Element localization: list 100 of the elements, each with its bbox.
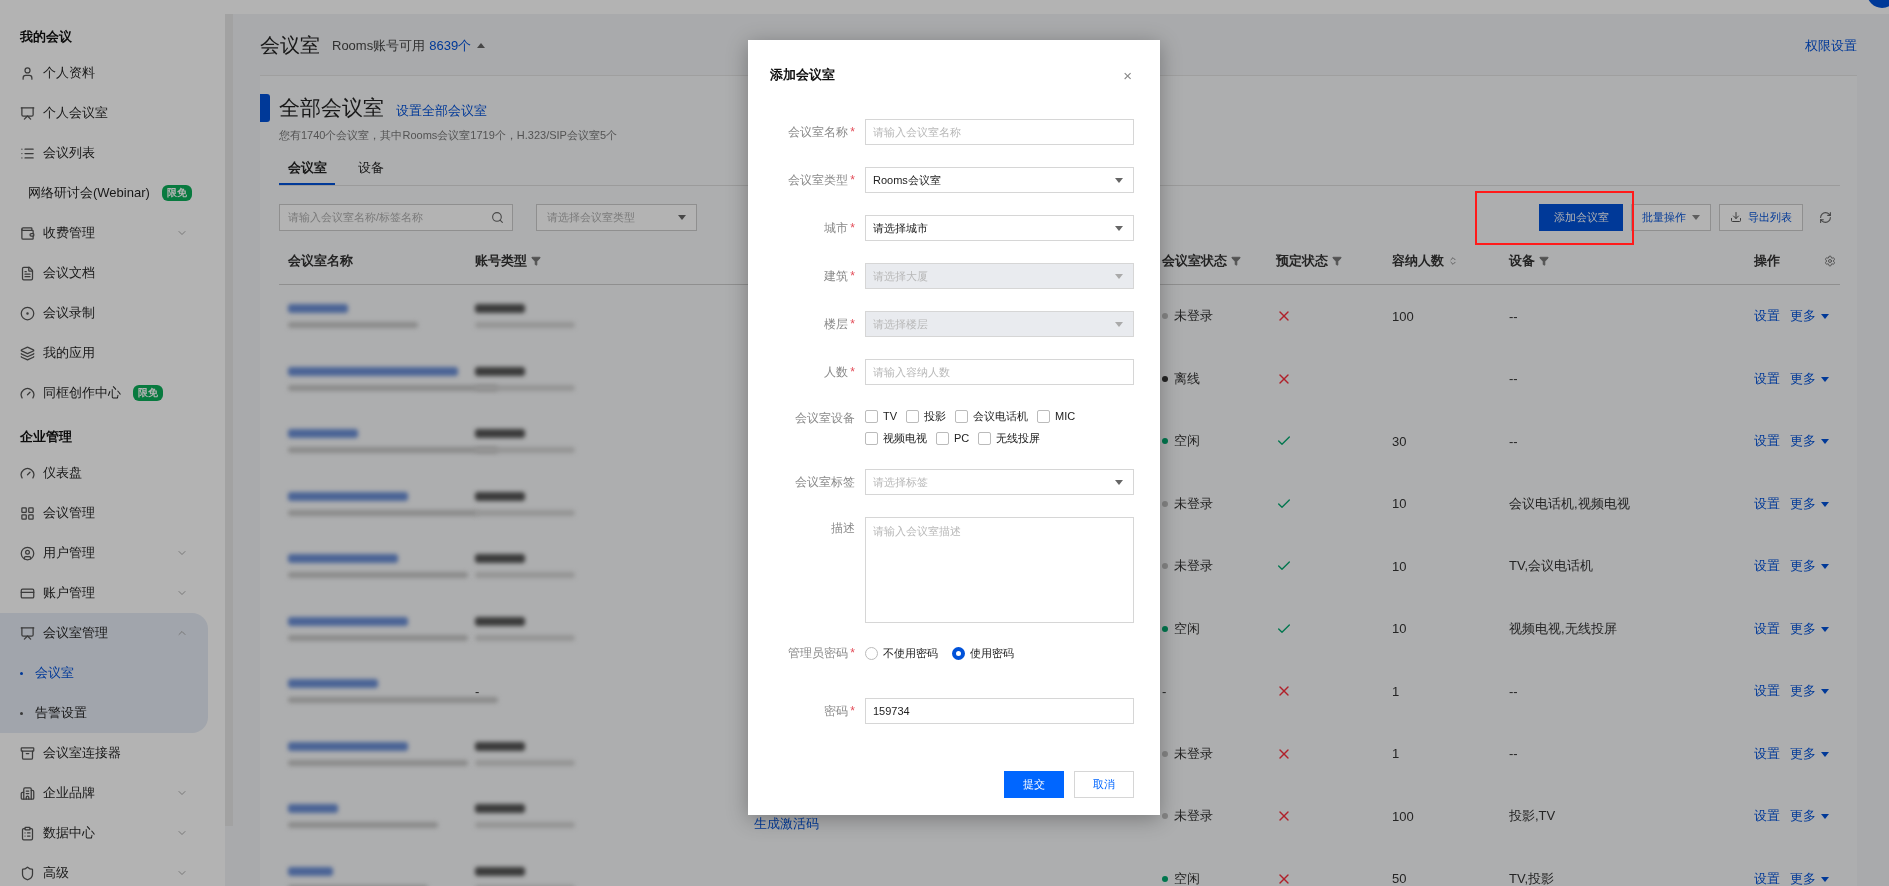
action-link[interactable]: 更多: [1790, 369, 1829, 388]
filter-icon[interactable]: [1539, 255, 1549, 266]
select-field[interactable]: 请选择城市: [865, 215, 1134, 241]
sidebar-item[interactable]: 会议管理: [0, 493, 208, 533]
action-link[interactable]: 更多: [1790, 619, 1829, 638]
checkbox[interactable]: [978, 431, 992, 445]
filter-icon[interactable]: [1231, 255, 1241, 266]
checkbox-option[interactable]: 视频电视: [865, 429, 927, 447]
action-link[interactable]: 更多: [1790, 307, 1829, 326]
filter-icon[interactable]: [1332, 255, 1342, 266]
checkbox-option[interactable]: 投影: [906, 407, 947, 425]
tab[interactable]: 设备: [343, 153, 399, 185]
description-field[interactable]: 请输入会议室描述: [865, 517, 1134, 623]
activation-code-link[interactable]: 生成激活码: [754, 815, 819, 834]
tab[interactable]: 会议室: [279, 153, 335, 185]
collapse-tab[interactable]: [260, 94, 270, 122]
action-link[interactable]: 更多: [1790, 432, 1829, 451]
sidebar-item[interactable]: 会议文档: [0, 253, 208, 293]
table-cell: --: [1509, 433, 1518, 449]
gauge-icon: [20, 385, 35, 401]
select-field[interactable]: Rooms会议室: [865, 167, 1134, 193]
layers-icon: [20, 345, 35, 361]
checkbox[interactable]: [936, 431, 949, 445]
checkbox[interactable]: [906, 409, 920, 423]
sidebar-item[interactable]: 高级: [0, 853, 208, 886]
action-link[interactable]: 更多: [1790, 494, 1829, 513]
refresh-icon[interactable]: [1819, 210, 1832, 224]
action-link[interactable]: 设置: [1754, 869, 1780, 886]
checkbox-option[interactable]: MIC: [1037, 407, 1076, 425]
sidebar-item[interactable]: 我的应用: [0, 333, 208, 373]
sidebar-item[interactable]: 同框创作中心 限免: [0, 373, 208, 413]
checkbox-option[interactable]: 无线投屏: [978, 429, 1041, 447]
building-icon: [20, 785, 35, 801]
sidebar-item[interactable]: 用户管理: [0, 533, 208, 573]
filter-icon[interactable]: [531, 255, 541, 266]
action-link[interactable]: 设置: [1754, 432, 1780, 451]
sidebar-item[interactable]: 数据中心: [0, 813, 208, 853]
blurred-text: [475, 491, 525, 501]
sidebar-item[interactable]: 网络研讨会(Webinar) 限免: [0, 173, 208, 213]
required-mark: *: [850, 364, 855, 379]
action-link[interactable]: 设置: [1754, 619, 1780, 638]
permission-link[interactable]: 权限设置: [1805, 36, 1857, 55]
checkbox[interactable]: [1037, 409, 1051, 423]
checkbox-option[interactable]: PC: [936, 429, 970, 447]
action-link[interactable]: 设置: [1754, 494, 1780, 513]
input-field[interactable]: 请输入容纳人数: [865, 359, 1134, 385]
action-link[interactable]: 更多: [1790, 807, 1829, 826]
action-link[interactable]: 更多: [1790, 682, 1829, 701]
radio-button[interactable]: [865, 647, 878, 660]
caret-icon[interactable]: [477, 43, 486, 48]
action-link[interactable]: 设置: [1754, 557, 1780, 576]
sidebar-item[interactable]: 收费管理: [0, 213, 208, 253]
radio-option[interactable]: 使用密码: [952, 646, 1014, 661]
settings-icon[interactable]: [1824, 254, 1836, 267]
table-cell: TV,会议电话机: [1509, 557, 1594, 576]
field-label: 密码: [824, 703, 849, 718]
action-link[interactable]: 设置: [1754, 807, 1780, 826]
document-icon: [20, 265, 35, 281]
sidebar-item[interactable]: 会议列表: [0, 133, 208, 173]
table-cell: --: [1509, 746, 1518, 762]
sidebar-item[interactable]: 会议室管理: [0, 613, 208, 653]
sidebar-item[interactable]: 个人资料: [0, 53, 208, 93]
input-field[interactable]: 159734: [865, 698, 1134, 724]
sidebar-item[interactable]: 会议录制: [0, 293, 208, 333]
action-link[interactable]: 设置: [1754, 682, 1780, 701]
action-link[interactable]: 更多: [1790, 744, 1829, 763]
submit-button[interactable]: 提交: [1004, 771, 1064, 798]
radio-option[interactable]: 不使用密码: [865, 646, 938, 661]
sidebar-item[interactable]: 企业品牌: [0, 773, 208, 813]
action-link[interactable]: 更多: [1790, 869, 1829, 886]
action-link[interactable]: 设置: [1754, 307, 1780, 326]
action-link[interactable]: 设置: [1754, 744, 1780, 763]
table-cell: 10: [1392, 621, 1407, 637]
action-link[interactable]: 更多: [1790, 557, 1829, 576]
sidebar-item[interactable]: 仪表盘: [0, 453, 208, 493]
sidebar-subitem[interactable]: 告警设置: [0, 693, 208, 733]
settings-link[interactable]: 设置全部会议室: [396, 102, 487, 120]
sidebar-item[interactable]: 个人会议室: [0, 93, 208, 133]
sidebar-item[interactable]: 会议室连接器: [0, 733, 208, 773]
cancel-button[interactable]: 取消: [1074, 771, 1134, 798]
required-mark: *: [850, 172, 855, 187]
radio-button[interactable]: [952, 647, 965, 660]
sidebar-subitem[interactable]: 会议室: [0, 653, 208, 693]
batch-button[interactable]: 批量操作: [1631, 203, 1711, 231]
checkbox[interactable]: [955, 409, 969, 423]
export-button[interactable]: 导出列表: [1719, 203, 1803, 231]
add-room-button[interactable]: 添加会议室: [1539, 203, 1623, 231]
required-mark: *: [850, 316, 855, 331]
checkbox-option[interactable]: TV: [865, 407, 898, 425]
search-icon[interactable]: [491, 210, 504, 224]
close-button[interactable]: ×: [1121, 66, 1134, 84]
action-link[interactable]: 设置: [1754, 369, 1780, 388]
sidebar-item[interactable]: 账户管理: [0, 573, 208, 613]
column-header: 容纳人数: [1392, 251, 1444, 270]
checkbox[interactable]: [865, 409, 878, 423]
table-cell: 视频电视,无线投屏: [1509, 619, 1617, 638]
sort-icon[interactable]: [1448, 255, 1458, 266]
checkbox-option[interactable]: 会议电话机: [955, 407, 1029, 425]
checkbox[interactable]: [865, 431, 878, 445]
input-field[interactable]: 请输入会议室名称: [865, 119, 1134, 145]
